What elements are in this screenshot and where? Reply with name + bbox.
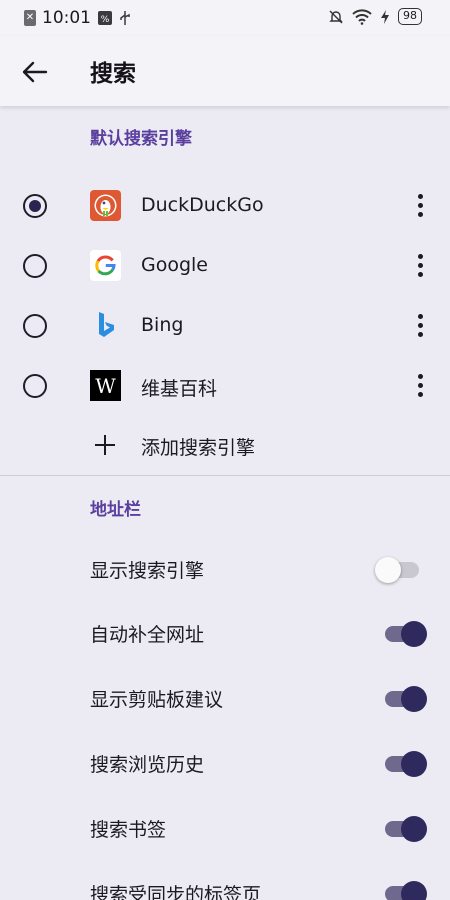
wifi-icon <box>352 8 372 25</box>
status-time: 10:01 <box>42 8 91 28</box>
engine-name: DuckDuckGo <box>141 194 264 216</box>
back-arrow-icon[interactable] <box>18 55 52 89</box>
setting-clipboard-suggestions[interactable]: 显示剪贴板建议 <box>0 666 450 730</box>
toggle-switch[interactable] <box>375 684 429 712</box>
radio-button[interactable] <box>23 374 47 398</box>
toggle-switch[interactable] <box>375 879 429 900</box>
charging-icon <box>381 9 389 24</box>
section-header-default-engine: 默认搜索引擎 <box>90 129 192 149</box>
more-options-icon[interactable] <box>410 192 430 220</box>
more-options-icon[interactable] <box>410 372 430 400</box>
setting-search-history[interactable]: 搜索浏览历史 <box>0 731 450 795</box>
svg-text:%: % <box>101 15 110 25</box>
setting-label: 显示搜索引擎 <box>90 560 205 582</box>
battery-indicator: 98 <box>398 8 422 25</box>
duckduckgo-logo-icon <box>90 190 121 221</box>
engine-name: Google <box>141 254 209 276</box>
radio-button[interactable] <box>23 314 47 338</box>
engine-name: 维基百科 <box>141 378 218 400</box>
wikipedia-logo-icon: W <box>90 370 121 401</box>
mute-bell-icon <box>329 10 343 23</box>
add-search-engine-button[interactable]: 添加搜索引擎 <box>0 416 450 474</box>
setting-label: 搜索书签 <box>90 819 167 841</box>
setting-autocomplete-urls[interactable]: 自动补全网址 <box>0 601 450 665</box>
setting-label: 搜索浏览历史 <box>90 754 205 776</box>
toggle-switch[interactable] <box>375 749 429 777</box>
usb-icon <box>120 11 130 25</box>
setting-show-search-engines[interactable]: 显示搜索引擎 <box>0 537 450 601</box>
section-header-address-bar: 地址栏 <box>90 500 141 520</box>
radio-button-selected[interactable] <box>23 194 47 218</box>
toggle-switch[interactable] <box>375 555 429 583</box>
app-notification-icon: % <box>98 11 112 25</box>
toggle-switch[interactable] <box>375 619 429 647</box>
google-logo-icon <box>90 250 121 281</box>
toggle-switch[interactable] <box>375 814 429 842</box>
setting-search-bookmarks[interactable]: 搜索书签 <box>0 796 450 860</box>
plus-icon <box>95 435 115 455</box>
engine-name: Bing <box>141 314 184 336</box>
page-title: 搜索 <box>90 61 136 87</box>
engine-row-bing[interactable]: Bing <box>0 296 450 356</box>
more-options-icon[interactable] <box>410 252 430 280</box>
add-search-engine-label: 添加搜索引擎 <box>141 437 256 459</box>
section-divider <box>0 475 450 476</box>
top-app-bar: 搜索 <box>0 36 450 106</box>
svg-text:W: W <box>95 374 116 398</box>
bing-logo-icon <box>99 312 114 337</box>
engine-row-google[interactable]: Google <box>0 236 450 296</box>
setting-label: 搜索受同步的标签页 <box>90 884 262 900</box>
engine-row-wikipedia[interactable]: W 维基百科 <box>0 356 450 416</box>
radio-button[interactable] <box>23 254 47 278</box>
setting-search-synced-tabs[interactable]: 搜索受同步的标签页 <box>0 861 450 900</box>
status-bar: ✕ 10:01 % 98 <box>0 0 450 36</box>
engine-row-duckduckgo[interactable]: DuckDuckGo <box>0 176 450 236</box>
more-options-icon[interactable] <box>410 312 430 340</box>
setting-label: 显示剪贴板建议 <box>90 689 224 711</box>
setting-label: 自动补全网址 <box>90 624 205 646</box>
notification-icon: ✕ <box>24 10 36 26</box>
